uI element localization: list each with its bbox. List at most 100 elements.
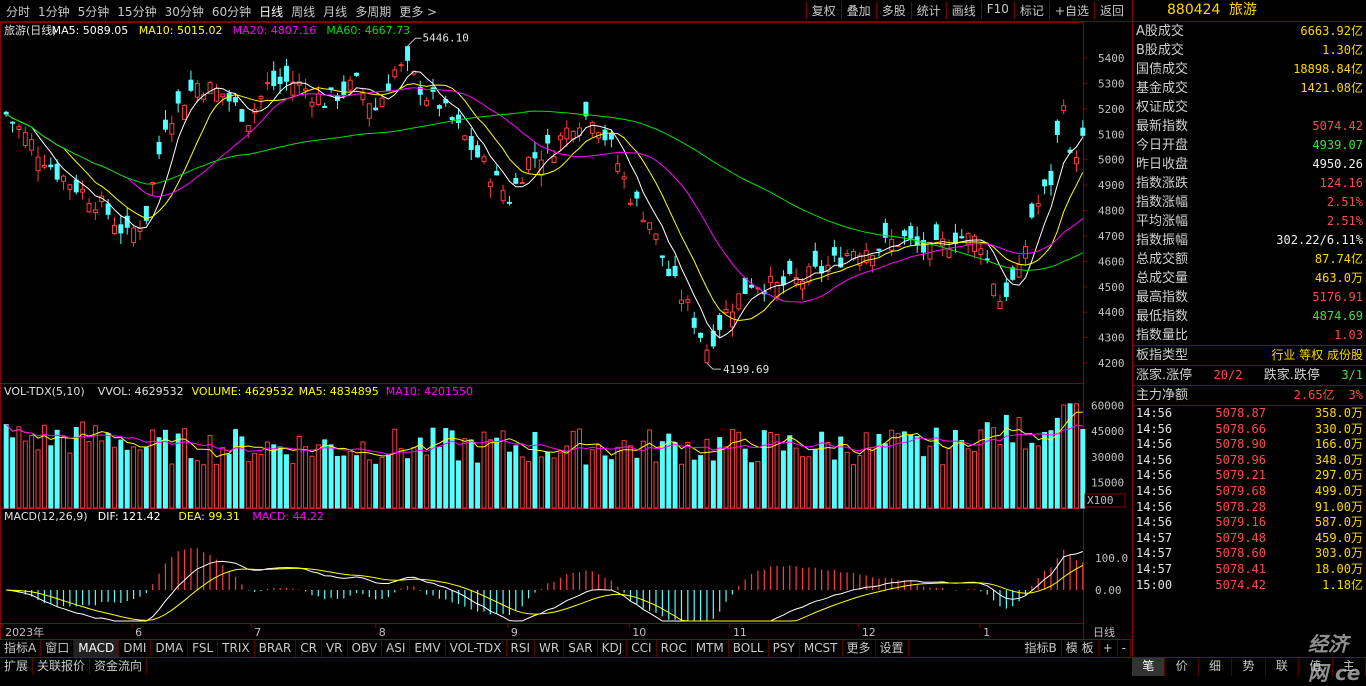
candle-body xyxy=(194,83,200,98)
indicator-tab[interactable]: TRIX xyxy=(218,640,255,657)
period-tab[interactable]: 5分钟 xyxy=(74,3,114,20)
quote-tab[interactable]: 联 xyxy=(1266,658,1300,676)
tick-price: 5079.68 xyxy=(1215,483,1266,498)
volume-bar xyxy=(67,452,73,509)
volume-bar xyxy=(959,440,965,509)
stat-row: 最新指数 5074.42 xyxy=(1133,117,1366,136)
x-axis-label: 2023年 xyxy=(5,625,44,639)
period-tab[interactable]: 周线 xyxy=(287,3,319,20)
indicator-tab[interactable]: KDJ xyxy=(598,640,628,657)
volume-bar xyxy=(118,439,124,509)
quote-tab[interactable]: 势 xyxy=(1232,658,1266,676)
period-tab[interactable]: 1分钟 xyxy=(34,3,74,20)
volume-bar xyxy=(500,430,506,509)
template-tab[interactable]: 指标B xyxy=(1021,640,1062,657)
tool-button[interactable]: F10 xyxy=(980,2,1014,19)
tool-button[interactable]: 叠加 xyxy=(840,2,876,19)
tool-button[interactable]: 标记 xyxy=(1013,2,1049,19)
x-axis-period: 日线 xyxy=(1093,625,1115,639)
volume-bar xyxy=(194,460,200,509)
indicator-tab[interactable]: CCI xyxy=(627,640,657,657)
period-tab[interactable]: 月线 xyxy=(319,3,351,20)
tool-button[interactable]: +自选 xyxy=(1048,2,1094,19)
candle-body xyxy=(589,121,595,134)
template-tab[interactable]: 模 板 xyxy=(1062,640,1099,657)
watermark-logo: 经济网 ce xyxy=(1308,632,1361,685)
volume-bar xyxy=(207,435,213,509)
volume-bar xyxy=(545,451,551,509)
indicator-tab[interactable]: MACD xyxy=(74,640,120,657)
indicator-tab[interactable]: SAR xyxy=(564,640,598,657)
extra-tab[interactable]: 资金流向 xyxy=(90,658,148,675)
tool-button[interactable]: 多股 xyxy=(875,2,911,19)
indicator-tab[interactable]: VR xyxy=(322,640,348,657)
candle-body xyxy=(487,181,493,188)
legend-item: MA5: 4834895 xyxy=(299,385,379,398)
indicator-tab[interactable]: CR xyxy=(296,640,322,657)
volume-bar xyxy=(972,450,977,509)
candle-body xyxy=(844,253,850,257)
period-tab[interactable]: 60分钟 xyxy=(208,3,255,20)
period-tab[interactable]: 分时 xyxy=(2,3,34,20)
tick-list[interactable]: 14:56 5078.87 358.0万 14:56 5078.66 330.0万 14:5… xyxy=(1133,405,1366,593)
period-tab[interactable]: 更多 > xyxy=(395,3,441,20)
candle-body xyxy=(61,175,66,182)
quote-tab[interactable]: 细 xyxy=(1199,658,1233,676)
indicator-tab[interactable]: ASI xyxy=(382,640,411,657)
tool-button[interactable]: 复权 xyxy=(805,2,841,19)
x-axis-label: 10 xyxy=(632,626,646,639)
indicator-tab[interactable]: WR xyxy=(535,640,565,657)
candle-body xyxy=(315,93,321,105)
indicator-tab[interactable]: 指标A xyxy=(0,640,42,657)
period-tab[interactable]: 多周期 xyxy=(351,3,395,20)
tool-button[interactable]: 返回 xyxy=(1093,2,1129,19)
candle-body xyxy=(182,104,188,121)
indicator-tab[interactable]: 窗口 xyxy=(41,640,75,657)
vol-axis-label: 30000 xyxy=(1091,451,1124,464)
candle-body xyxy=(92,209,98,214)
candle-body xyxy=(1042,179,1048,187)
volume-bar xyxy=(16,426,22,509)
indicator-tab[interactable]: BOLL xyxy=(729,640,769,657)
indicator-tab[interactable]: 设置 xyxy=(876,640,909,657)
volume-bar xyxy=(914,435,920,509)
volume-bar xyxy=(309,455,315,509)
quote-tab[interactable]: 笔 xyxy=(1132,658,1166,676)
indicator-tab[interactable]: VOL-TDX xyxy=(446,640,507,657)
extra-tab[interactable]: 扩展 xyxy=(0,658,34,675)
candle-body xyxy=(86,202,92,213)
candle-body xyxy=(908,226,914,239)
indicator-tab[interactable]: MCST xyxy=(800,640,843,657)
indicator-tab[interactable]: DMI xyxy=(119,640,152,657)
candle-body xyxy=(736,293,742,310)
indicator-tab[interactable]: MTM xyxy=(692,640,729,657)
template-tab[interactable]: - xyxy=(1118,640,1131,657)
period-tab[interactable]: 15分钟 xyxy=(113,3,160,20)
quote-tab[interactable]: 价 xyxy=(1165,658,1199,676)
volume-bar xyxy=(755,460,761,509)
indicator-tab[interactable]: FSL xyxy=(188,640,219,657)
indicator-tab[interactable]: RSI xyxy=(507,640,536,657)
indicator-tab[interactable]: PSY xyxy=(769,640,800,657)
indicator-tab[interactable]: EMV xyxy=(410,640,446,657)
volume-bar xyxy=(1048,430,1054,509)
indicator-tab[interactable]: 更多 xyxy=(843,640,876,657)
macd-axis-label: 0.00 xyxy=(1095,584,1122,597)
tool-button[interactable]: 画线 xyxy=(945,2,981,19)
extra-tab[interactable]: 关联报价 xyxy=(33,658,91,675)
period-tab[interactable]: 日线 xyxy=(255,3,287,20)
kline-chart[interactable]: 5400 5300 5200 5100 5000 4900 4800 4700 4600 4500… xyxy=(0,22,1131,639)
volume-bar xyxy=(710,460,716,509)
tool-button[interactable]: 统计 xyxy=(910,2,946,19)
stat-row: B股成交 1.30亿 xyxy=(1133,41,1366,60)
period-tab[interactable]: 30分钟 xyxy=(161,3,208,20)
tick-time: 14:56 xyxy=(1136,437,1173,452)
indicator-tab[interactable]: OBV xyxy=(348,640,383,657)
tick-row: 14:56 5078.66 330.0万 xyxy=(1133,422,1366,438)
template-tab[interactable]: + xyxy=(1099,640,1118,657)
volume-bar xyxy=(373,463,379,509)
indicator-tab[interactable]: DMA xyxy=(151,640,189,657)
candle-body xyxy=(175,91,181,104)
indicator-tab[interactable]: ROC xyxy=(657,640,692,657)
indicator-tab[interactable]: BRAR xyxy=(255,640,297,657)
